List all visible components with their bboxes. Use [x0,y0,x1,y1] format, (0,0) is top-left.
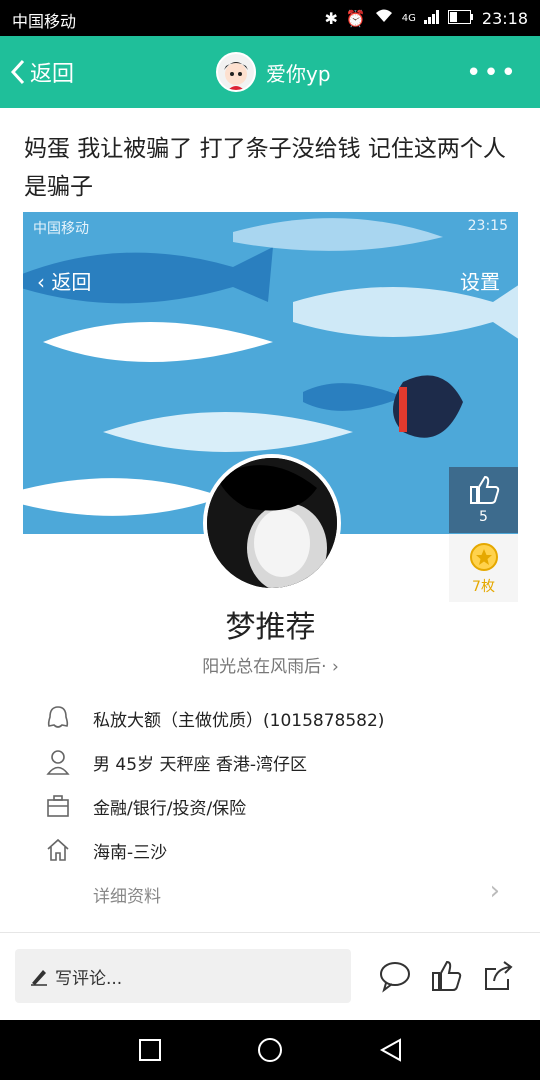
embedded-back-button: ‹ 返回 [37,270,92,294]
like-icon[interactable] [430,959,464,993]
recent-apps-button[interactable] [138,1038,162,1062]
briefcase-icon [43,791,73,821]
system-back-button[interactable] [378,1037,404,1063]
share-icon[interactable] [482,959,516,993]
clock-label: 23:18 [481,8,528,28]
person-icon [43,747,73,777]
home-icon [43,835,73,865]
signal-icon [423,9,440,28]
back-label: 返回 [30,62,75,87]
thumbs-up-icon [469,475,499,504]
info-text-person: 男 45岁 天秤座 香港-湾仔区 [93,754,307,775]
comment-input[interactable]: 写评论... [15,949,351,1003]
status-bar: 中国移动 ✱ ⏰ 4G 23:18 [0,0,540,36]
info-text-work: 金融/银行/投资/保险 [93,798,247,819]
profile-name: 梦推荐 [225,610,316,645]
signature-text: 阳光总在风雨后· [202,657,327,677]
alarm-icon: ⏰ [345,8,366,28]
avatar [216,52,256,92]
comment-placeholder: 写评论... [55,968,123,989]
embedded-clock: 23:15 [467,218,508,234]
network-label: 4G [401,12,416,24]
embedded-carrier: 中国移动 [33,221,89,237]
profile-signature: 阳光总在风雨后· › [23,652,518,677]
embedded-back-label: 返回 [51,270,92,294]
status-icons: ✱ ⏰ 4G 23:18 [324,8,528,28]
profile-avatar [203,454,341,592]
info-row-qq: 私放大额（主做优质）(1015878582) [43,698,503,738]
info-row-work: 金融/银行/投资/保险 [43,786,503,826]
embedded-settings-label: 设置 [460,270,500,294]
coin-box: 7枚 [449,534,518,602]
like-box: 5 [449,467,518,533]
chevron-left-icon [10,59,25,85]
info-row-home: 海南-三沙 [43,830,503,870]
user-header[interactable]: 爱你yp [216,52,331,92]
bottom-bar: 写评论... [0,932,540,1021]
battery-icon [447,9,474,28]
coin-label: 7枚 [472,579,495,595]
coin-icon [469,543,498,571]
chevron-right-icon: › [489,876,500,906]
chevron-right-icon: › [332,657,339,677]
home-button[interactable] [257,1037,283,1063]
qq-icon [43,703,73,733]
pencil-icon [31,970,47,986]
system-nav-bar [0,1020,540,1080]
username: 爱你yp [266,61,331,86]
comment-icon[interactable] [378,959,412,993]
carrier-label: 中国移动 [12,12,77,31]
back-button[interactable]: 返回 [10,56,74,88]
info-text-home: 海南-三沙 [93,842,168,863]
detail-label: 详细资料 [93,887,161,907]
wifi-icon [374,8,394,28]
post-image[interactable]: 中国移动 23:15 ‹ 返回 设置 5 7枚 梦推荐 阳光总在风雨后· › 私… [23,212,518,922]
bluetooth-icon: ✱ [324,8,338,28]
title-bar: 返回 爱你yp ••• [0,36,540,108]
more-button[interactable]: ••• [466,58,518,88]
post-text: 妈蛋 我让被骗了 打了条子没给钱 记住这两个人是骗子 [24,136,506,200]
like-count: 5 [479,509,488,525]
info-text-qq: 私放大额（主做优质）(1015878582) [93,710,385,731]
info-row-person: 男 45岁 天秤座 香港-湾仔区 [43,742,503,782]
